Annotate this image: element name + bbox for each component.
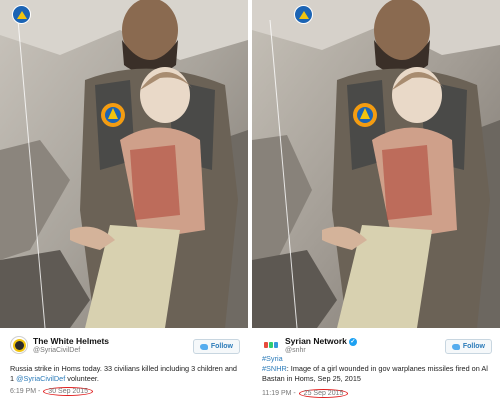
white-helmets-emblem-icon (294, 5, 313, 24)
tweet-text-part: : Image of a girl wounded in gov warplan… (262, 364, 488, 383)
account-name-text: Syrian Network (285, 336, 347, 346)
hashtag-link[interactable]: #SNHR (262, 364, 287, 373)
tweet-text: #Syria #SNHR: Image of a girl wounded in… (262, 354, 494, 384)
tweet-date-highlight: 25 Sep 2015 (298, 389, 349, 398)
account-name[interactable]: The White Helmets (33, 336, 109, 346)
rescue-photo (252, 0, 500, 328)
follow-label: Follow (210, 343, 233, 350)
twitter-bird-icon (451, 343, 460, 350)
tweet-text: Russia strike in Homs today. 33 civilian… (10, 364, 242, 384)
twitter-bird-icon (199, 343, 208, 350)
hashtag-link[interactable]: #Syria (262, 354, 494, 364)
tweet-text-part: volunteer. (65, 374, 99, 383)
tweet-panel-syrian-network: Syrian Network ✓ @snhr Follow #Syria #SNH… (252, 0, 500, 402)
follow-button[interactable]: Follow (444, 339, 492, 354)
tweet-time: 11:19 PM - (262, 390, 298, 397)
tweet-timestamp[interactable]: 11:19 PM - 25 Sep 2015 (262, 389, 349, 398)
account-name[interactable]: Syrian Network ✓ (285, 336, 357, 346)
account-handle[interactable]: @snhr (285, 347, 306, 354)
white-helmets-emblem-icon (12, 5, 31, 24)
rescue-photo (0, 0, 248, 328)
white-helmets-avatar[interactable] (10, 336, 28, 354)
tweet-panel-white-helmets: The White Helmets @SyriaCivilDef Follow … (0, 0, 248, 402)
tweet-card: The White Helmets @SyriaCivilDef Follow … (0, 328, 248, 402)
follow-label: Follow (462, 343, 485, 350)
tweet-time: 6:19 PM - (10, 388, 43, 395)
verified-check-icon: ✓ (348, 337, 357, 346)
tweet-date-highlight: 30 Sep 2015 (43, 387, 93, 396)
tweet-card: Syrian Network ✓ @snhr Follow #Syria #SNH… (252, 328, 500, 402)
account-handle[interactable]: @SyriaCivilDef (33, 347, 80, 354)
follow-button[interactable]: Follow (192, 339, 240, 354)
mention-link[interactable]: @SyriaCivilDef (16, 374, 65, 383)
tweet-timestamp[interactable]: 6:19 PM - 30 Sep 2015 (10, 387, 93, 396)
syrian-network-avatar[interactable] (262, 336, 280, 354)
